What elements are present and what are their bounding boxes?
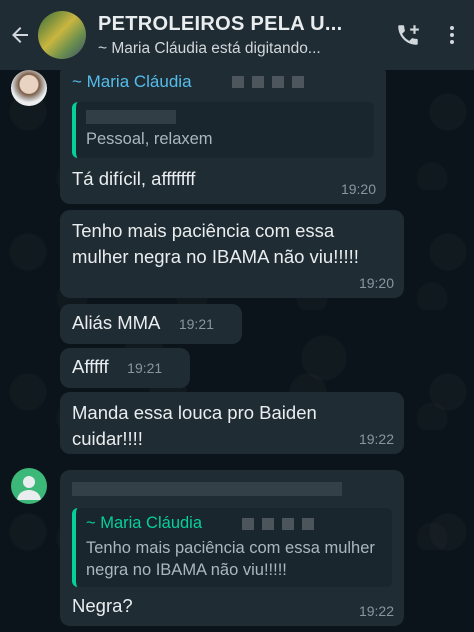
redacted-sender [72,482,342,496]
message-bubble[interactable]: Manda essa louca pro Baiden cuidar!!!! 1… [60,392,404,454]
message-bubble[interactable]: ~ Maria Cláudia Tenho mais paciência com… [60,470,404,626]
message-text: Negra? [72,595,133,616]
message-text: Afffff [72,356,109,377]
redacted-phone [231,76,304,88]
sender-name: ~ Maria Cláudia [72,72,192,91]
default-user-icon [17,476,41,500]
add-call-icon [398,25,419,45]
more-options-button[interactable] [430,0,474,70]
message-text: Tá difícil, afffffff [72,168,196,189]
group-avatar[interactable] [38,11,86,59]
arrow-left-icon [12,27,28,43]
message-text: Manda essa louca pro Baiden cuidar!!!! [72,402,317,449]
message-bubble[interactable]: Afffff 19:21 [60,348,190,388]
quoted-message[interactable]: Pessoal, relaxem [72,102,374,158]
message-bubble[interactable]: ~ Maria Cláudia Pessoal, relaxem Tá difí… [60,70,386,204]
back-button[interactable] [0,0,40,70]
message-list[interactable]: ~ Maria Cláudia Pessoal, relaxem Tá difí… [0,70,474,632]
typing-status: ~ Maria Cláudia está digitando... [98,39,321,57]
quoted-message[interactable]: ~ Maria Cláudia Tenho mais paciência com… [72,508,392,587]
message-time: 19:20 [340,181,376,197]
sender-avatar[interactable] [11,70,47,106]
quoted-sender: ~ Maria Cláudia [86,514,203,532]
sender-avatar[interactable] [11,468,47,504]
quoted-text: Tenho mais paciência com essa mulher neg… [86,539,375,579]
message-text: Aliás MMA [72,312,161,333]
message-bubble[interactable]: Tenho mais paciência com essa mulher neg… [60,210,404,298]
message-time: 19:22 [358,431,394,447]
message-text: Tenho mais paciência com essa mulher neg… [72,220,359,267]
message-time: 19:21 [127,360,163,376]
group-title: PETROLEIROS PELA U... [98,12,343,35]
message-time: 19:21 [178,316,214,332]
add-call-button[interactable] [386,0,430,70]
message-time: 19:22 [358,603,394,619]
chat-header: PETROLEIROS PELA U... ~ Maria Cláudia es… [0,0,474,70]
message-bubble[interactable]: Aliás MMA 19:21 [60,304,242,344]
redacted-phone [242,517,315,530]
quoted-text: Pessoal, relaxem [86,130,213,148]
message-time: 19:20 [358,275,394,291]
more-vert-icon [450,26,454,44]
chat-info[interactable]: PETROLEIROS PELA U... ~ Maria Cláudia es… [98,13,386,58]
